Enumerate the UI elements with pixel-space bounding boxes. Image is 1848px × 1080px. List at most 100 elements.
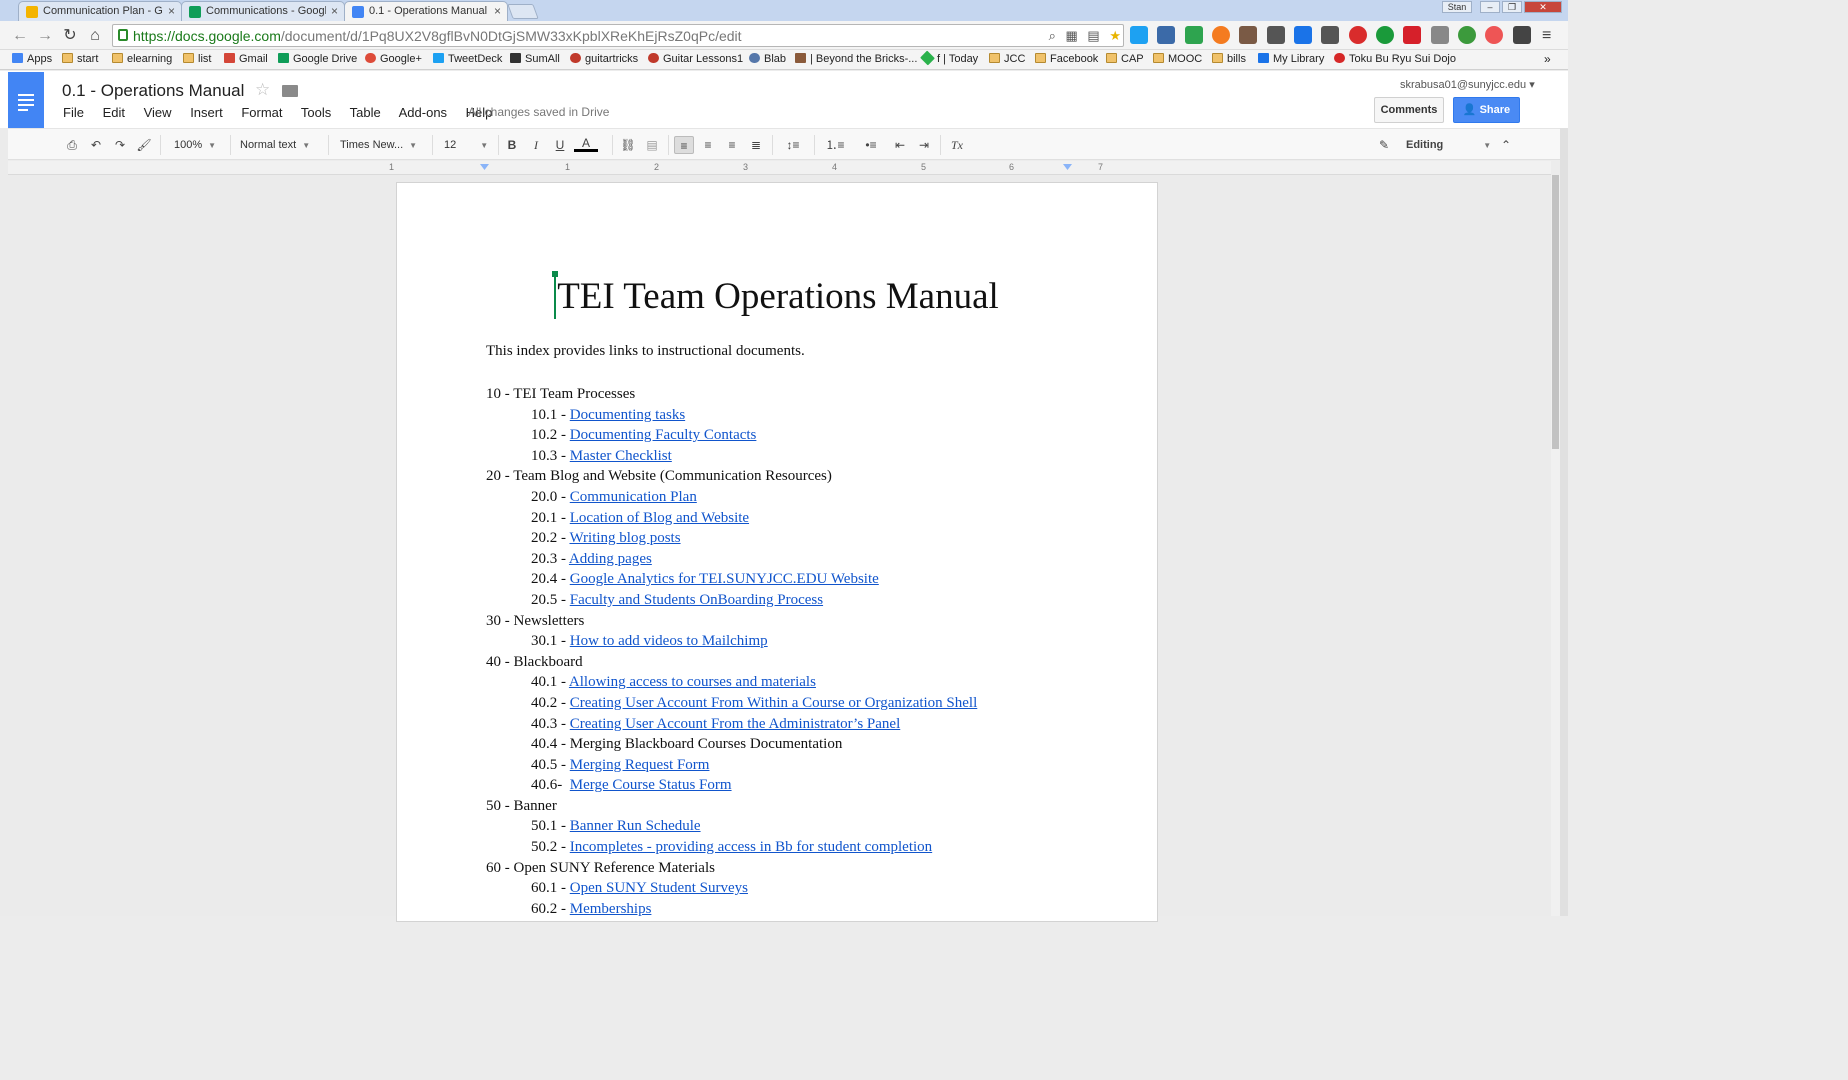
document-link[interactable]: Merge Course Status Form (570, 777, 732, 793)
outline-item[interactable]: 10.3 - Master Checklist (486, 446, 1106, 467)
bookmark-google-drive[interactable]: Google Drive (278, 53, 357, 65)
outline-item[interactable]: 40.3 - Creating User Account From the Ad… (486, 714, 1106, 735)
todoist-icon[interactable] (1403, 26, 1422, 44)
outline-item[interactable]: 60.1 - Open SUNY Student Surveys (486, 878, 1106, 899)
section-heading[interactable]: 60 - Open SUNY Reference Materials (486, 858, 1106, 879)
document-link[interactable]: How to add videos to Mailchimp (570, 633, 768, 649)
numbered-list-icon[interactable]: ⒈≡ (820, 136, 850, 154)
line-spacing-icon[interactable]: ↕≡ (780, 136, 806, 154)
docs-home-icon[interactable] (8, 72, 44, 128)
document-icon[interactable]: ▤ (1087, 28, 1099, 43)
outline-item[interactable]: 50.2 - Incompletes - providing access in… (486, 837, 1106, 858)
document-link[interactable]: Documenting tasks (570, 407, 685, 423)
clear-formatting-icon[interactable]: Tx (948, 136, 966, 154)
bookmark-apps[interactable]: Apps (12, 53, 52, 65)
close-icon[interactable]: × (494, 4, 501, 18)
scrollbar-thumb[interactable] (1552, 175, 1559, 449)
comment-icon[interactable]: ▤ (644, 136, 660, 154)
outline-item[interactable]: 10.2 - Documenting Faculty Contacts (486, 425, 1106, 446)
menu-file[interactable]: File (63, 105, 84, 120)
outline-item[interactable]: 40.5 - Merging Request Form (486, 755, 1106, 776)
bookmark-blab[interactable]: Blab (749, 53, 786, 65)
zoom-search-icon[interactable]: ⌕ (1049, 28, 1056, 43)
left-indent-marker[interactable] (480, 164, 489, 170)
extension-page-icon[interactable]: ▦ (1066, 28, 1078, 43)
section-heading[interactable]: 50 - Banner (486, 796, 1106, 817)
bookmark-mooc[interactable]: MOOC (1153, 53, 1202, 65)
reload-icon[interactable]: ↻ (60, 26, 80, 46)
collapse-toolbar-icon[interactable]: ⌃ (1498, 136, 1514, 154)
redo-icon[interactable]: ↷ (112, 136, 128, 154)
twitter-icon[interactable] (1130, 26, 1148, 44)
italic-icon[interactable]: I (528, 136, 544, 154)
font-size-select[interactable]: 12 ▼ (444, 136, 490, 154)
bookmark-elearning[interactable]: elearning (112, 53, 172, 65)
document-link[interactable]: Allowing access to courses and materials (569, 674, 816, 690)
print-icon[interactable]: ⎙ (64, 136, 80, 154)
style-select[interactable]: Normal text ▼ (240, 136, 322, 154)
document-link[interactable]: Adding pages (569, 551, 652, 567)
intro-paragraph[interactable]: This index provides links to instruction… (486, 343, 1106, 384)
text-color-icon[interactable]: A (574, 136, 598, 152)
bold-icon[interactable]: B (504, 136, 520, 154)
document-link[interactable]: Location of Blog and Website (570, 510, 749, 526)
outline-item[interactable]: 20.1 - Location of Blog and Website (486, 508, 1106, 529)
document-link[interactable]: Creating User Account From Within a Cour… (570, 695, 978, 711)
bookmark-list[interactable]: list (183, 53, 211, 65)
new-tab-button[interactable] (507, 4, 539, 19)
share-button[interactable]: 👤 Share (1453, 97, 1520, 123)
outline-item[interactable]: 20.3 - Adding pages (486, 549, 1106, 570)
asana-icon[interactable] (1485, 26, 1504, 44)
cast-icon[interactable] (1430, 26, 1449, 44)
increase-indent-icon[interactable]: ⇥ (916, 136, 932, 154)
outline-item[interactable]: 20.2 - Writing blog posts (486, 528, 1106, 549)
close-icon[interactable]: × (168, 4, 175, 18)
menu-view[interactable]: View (144, 105, 172, 120)
document-link[interactable]: Creating User Account From the Administr… (570, 716, 901, 732)
align-left-icon[interactable]: ≡ (674, 136, 694, 154)
bulleted-list-icon[interactable]: •≡ (856, 136, 886, 154)
document-link[interactable]: Memberships (570, 901, 652, 917)
bookmark-tweetdeck[interactable]: TweetDeck (433, 53, 502, 65)
editing-mode-select[interactable]: Editing ▼ (1406, 136, 1491, 154)
tab-communications-sheet[interactable]: Communications - Google × (181, 1, 345, 21)
align-justify-icon[interactable]: ≣ (748, 136, 764, 154)
document-link[interactable]: Google Analytics for TEI.SUNYJCC.EDU Web… (570, 571, 879, 587)
docs-icon[interactable] (1294, 26, 1313, 44)
link-icon[interactable]: ⛓ (618, 136, 638, 154)
document-heading[interactable]: TEI Team Operations Manual (397, 275, 1159, 318)
bookmarks-more-icon[interactable]: » (1544, 52, 1551, 66)
home-icon[interactable]: ⌂ (85, 26, 105, 46)
menu-tools[interactable]: Tools (301, 105, 331, 120)
menu-edit[interactable]: Edit (103, 105, 125, 120)
section-heading[interactable]: 20 - Team Blog and Website (Communicatio… (486, 466, 1106, 487)
document-link[interactable]: Merging Request Form (570, 757, 710, 773)
bookmark-facebook[interactable]: Facebook (1035, 53, 1098, 65)
minimize-icon[interactable]: – (1480, 1, 1500, 13)
bookmark-beyond-the-bricks[interactable]: | Beyond the Bricks-... (795, 53, 917, 65)
evernote-icon[interactable] (1266, 26, 1285, 44)
pushbullet-icon[interactable] (1321, 26, 1340, 44)
restore-icon[interactable]: ❐ (1502, 1, 1522, 13)
menu-format[interactable]: Format (241, 105, 282, 120)
notes-icon[interactable] (1512, 26, 1531, 44)
back-arrow-icon[interactable]: ← (10, 26, 30, 46)
document-link[interactable]: Open SUNY Student Surveys (570, 880, 748, 896)
bookmark-sumall[interactable]: SumAll (510, 53, 560, 65)
align-right-icon[interactable]: ≡ (724, 136, 740, 154)
bookmark-google-plus[interactable]: Google+ (365, 53, 422, 65)
comments-button[interactable]: Comments (1374, 97, 1444, 123)
tab-operations-manual[interactable]: 0.1 - Operations Manual - × (344, 1, 508, 22)
align-center-icon[interactable]: ≡ (700, 136, 716, 154)
address-bar[interactable]: https://docs.google.com/document/d/1Pq8U… (112, 24, 1124, 47)
bookmark-star-icon[interactable]: ★ (1109, 28, 1121, 43)
bookmark-cap[interactable]: CAP (1106, 53, 1144, 65)
document-link[interactable]: Banner Run Schedule (570, 818, 701, 834)
document-link[interactable]: Master Checklist (570, 448, 672, 464)
hangouts-icon[interactable] (1458, 26, 1477, 44)
outline-item[interactable]: 30.1 - How to add videos to Mailchimp (486, 631, 1106, 652)
outline-item[interactable]: 20.5 - Faculty and Students OnBoarding P… (486, 590, 1106, 611)
bookmark-gmail[interactable]: Gmail (224, 53, 268, 65)
section-heading[interactable]: 10 - TEI Team Processes (486, 384, 1106, 405)
close-icon[interactable]: × (331, 4, 338, 18)
